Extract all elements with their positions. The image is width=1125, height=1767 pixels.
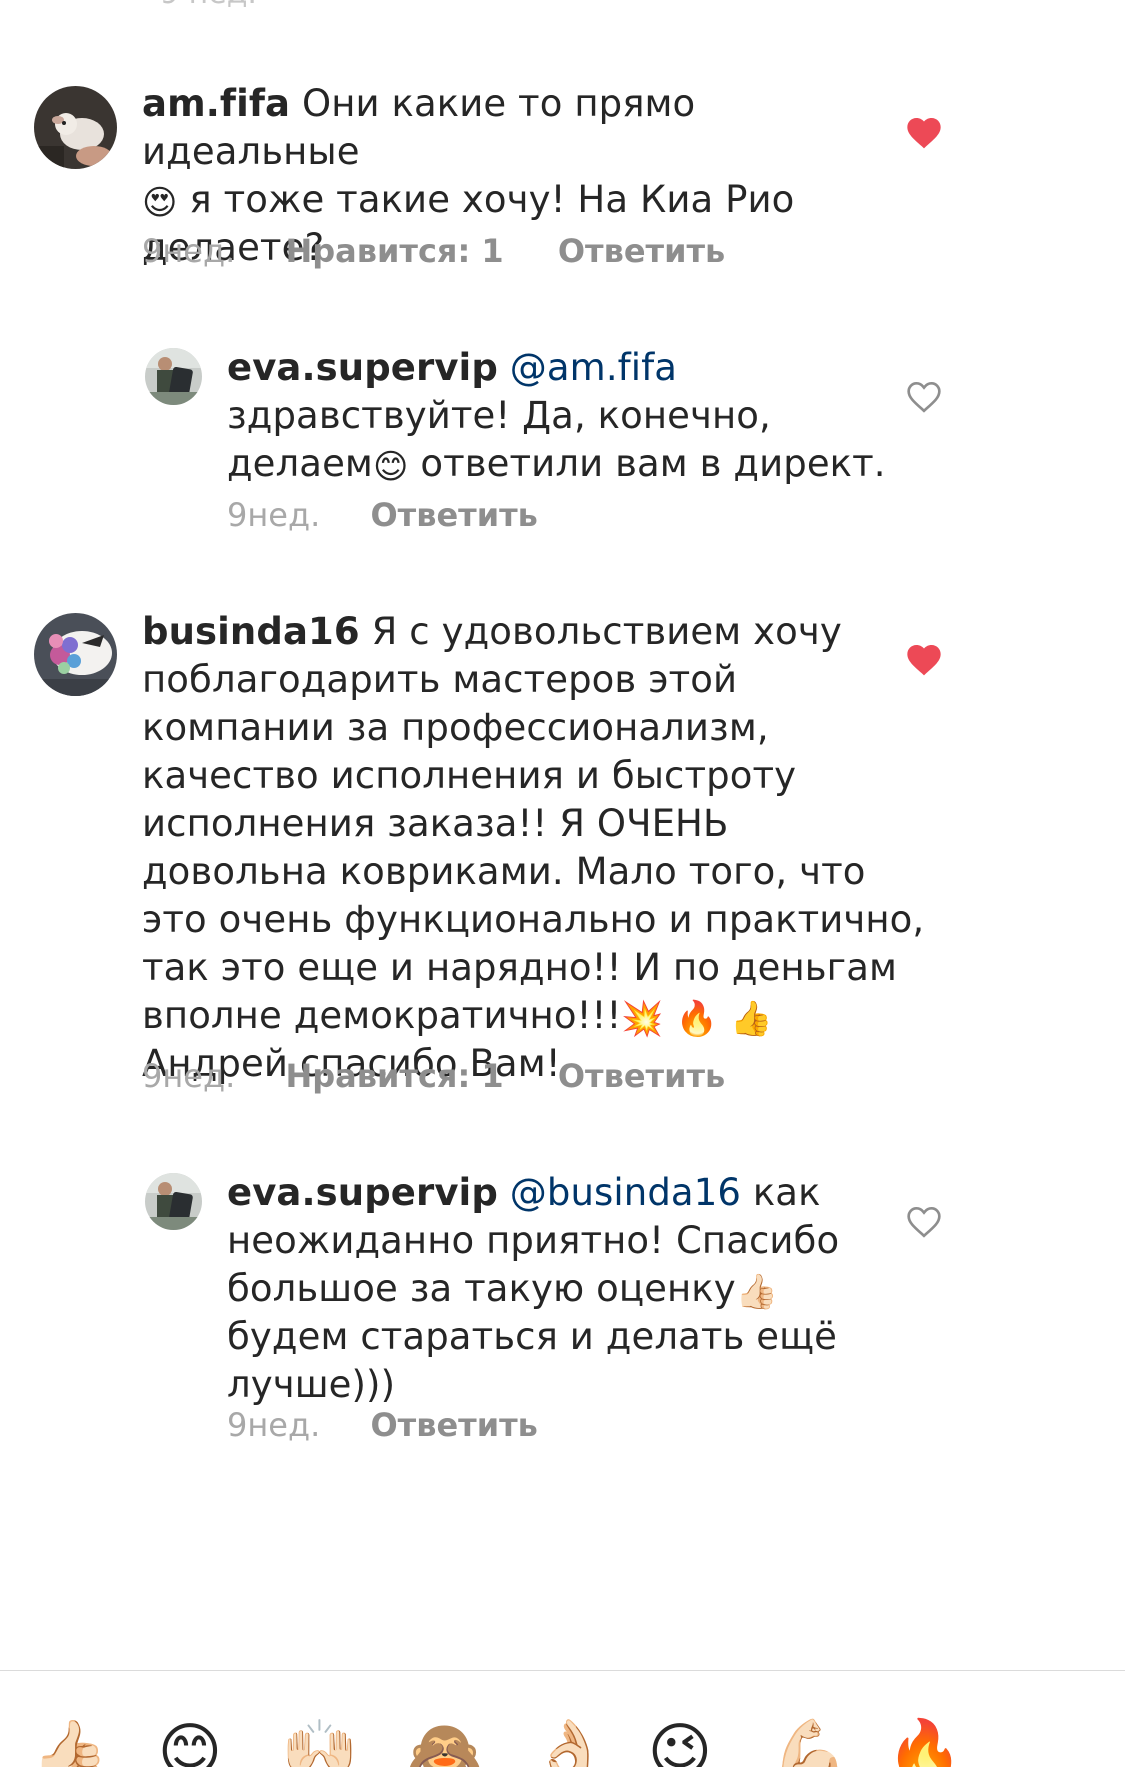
comment-text-line: будем стараться и делать ещё — [227, 1315, 837, 1358]
fire-emoji: 🔥 — [675, 999, 719, 1039]
quick-emoji-bar: 👍🏻 😊 🙌🏻 🙈 👌🏻 😉 💪🏻 🔥 — [0, 1672, 1125, 1767]
emoji-ok-hand-button[interactable]: 👌🏻 — [530, 1712, 610, 1767]
avatar[interactable] — [145, 348, 202, 405]
comment-time: 9нед. — [142, 232, 236, 270]
avatar[interactable] — [34, 86, 117, 169]
comment-text-line: Я с удовольствием хочу — [371, 610, 842, 653]
comment-text-line: так это еще и нарядно!! И по деньгам — [142, 946, 897, 989]
heart-outline-icon[interactable] — [904, 1202, 944, 1242]
emoji-thumbs-up-button[interactable]: 👍🏻 — [30, 1712, 110, 1767]
comment-text: businda16 Я с удовольствием хочу поблаго… — [142, 608, 925, 1088]
comment-text-line: компании за профессионализм, — [142, 706, 769, 749]
comment-text-line: это очень функционально и практично, — [142, 898, 925, 941]
comment-meta: 9нед. Нравится: 1 Ответить — [142, 1057, 725, 1095]
heart-outline-icon[interactable] — [904, 377, 944, 417]
comment-text-line: здравствуйте! Да, конечно, — [227, 394, 771, 437]
mention-link[interactable]: @businda16 — [510, 1171, 741, 1214]
thumbs-up-emoji: 👍 — [730, 999, 773, 1039]
collision-emoji: 💥 — [621, 999, 664, 1039]
smiling-emoji: 😊 — [372, 447, 409, 487]
emoji-see-no-evil-button[interactable]: 🙈 — [405, 1712, 485, 1767]
emoji-smiling-button[interactable]: 😊 — [150, 1712, 230, 1767]
comment-meta: 9нед. Ответить — [227, 496, 538, 534]
avatar[interactable] — [145, 1173, 202, 1230]
emoji-winking-button[interactable]: 😉 — [640, 1712, 720, 1767]
emoji-fire-button[interactable]: 🔥 — [885, 1712, 965, 1767]
reply-button[interactable]: Ответить — [370, 496, 537, 534]
comment-text-line: делаем — [227, 442, 373, 485]
comment-text-line: поблагодарить мастеров этой — [142, 658, 738, 701]
reply-button[interactable]: Ответить — [558, 1057, 725, 1095]
username[interactable]: am.fifa — [142, 82, 290, 125]
previous-comment-time: 9 нед. — [160, 0, 257, 11]
mention-link[interactable]: @am.fifa — [510, 346, 677, 389]
likes-count-link[interactable]: Нравится: 1 — [285, 232, 503, 270]
thumbs-up-emoji: 👍🏻 — [735, 1272, 779, 1312]
comment-text-line: я тоже такие хочу! На Киа Рио — [177, 178, 795, 221]
comment-text: eva.supervip @am.fifa здравствуйте! Да, … — [227, 344, 907, 488]
emoji-flexed-biceps-button[interactable]: 💪🏻 — [770, 1712, 850, 1767]
username[interactable]: businda16 — [142, 610, 360, 653]
avatar[interactable] — [34, 613, 117, 696]
comment-text-line: большое за такую оценку — [227, 1267, 736, 1310]
comment-text-line: лучше))) — [227, 1363, 396, 1406]
divider — [0, 1670, 1125, 1671]
heart-filled-icon[interactable] — [904, 113, 944, 153]
comment-text-line: качество исполнения и быстроту — [142, 754, 797, 797]
reply-button[interactable]: Ответить — [370, 1406, 537, 1444]
comment-meta: 9нед. Нравится: 1 Ответить — [142, 232, 725, 270]
comment-text-line: довольна ковриками. Мало того, что — [142, 850, 866, 893]
comment-text: eva.supervip @businda16 как неожиданно п… — [227, 1169, 907, 1409]
username[interactable]: eva.supervip — [227, 1171, 498, 1214]
comment-meta: 9нед. Ответить — [227, 1406, 538, 1444]
comment-text-line: как — [740, 1171, 821, 1214]
heart-eyes-emoji: 😍 — [142, 183, 178, 223]
emoji-raising-hands-button[interactable]: 🙌🏻 — [280, 1712, 360, 1767]
reply-button[interactable]: Ответить — [558, 232, 725, 270]
comment-text-line: неожиданно приятно! Спасибо — [227, 1219, 840, 1262]
comment-text-line: ответили вам в директ. — [408, 442, 886, 485]
username[interactable]: eva.supervip — [227, 346, 498, 389]
comment-text-line: вполне демократично!!! — [142, 994, 622, 1037]
comment-time: 9нед. — [227, 1406, 321, 1444]
comment-time: 9нед. — [142, 1057, 236, 1095]
comment-text-line: исполнения заказа!! Я ОЧЕНЬ — [142, 802, 729, 845]
heart-filled-icon[interactable] — [904, 640, 944, 680]
likes-count-link[interactable]: Нравится: 1 — [285, 1057, 503, 1095]
comment-time: 9нед. — [227, 496, 321, 534]
